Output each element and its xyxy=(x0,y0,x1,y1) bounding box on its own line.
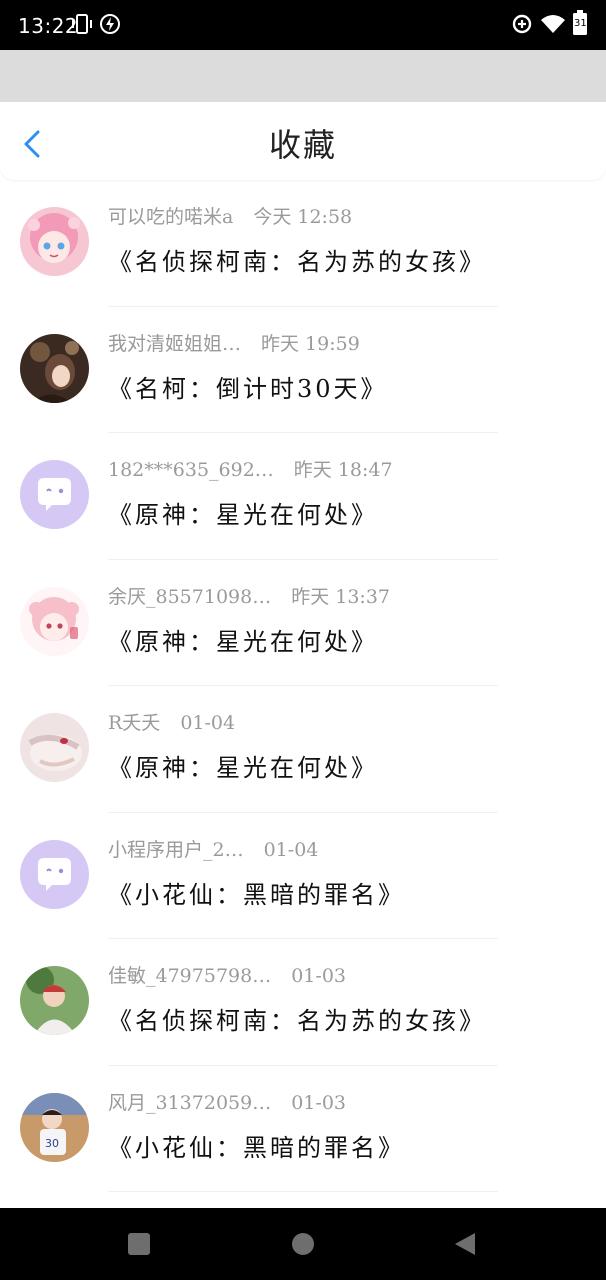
avatar[interactable] xyxy=(20,713,89,782)
header: 收藏 xyxy=(0,102,606,180)
favorite-item[interactable]: 182***635_692… 昨天 18:47 《原神：星光在何处》 xyxy=(0,433,606,560)
user-name: 可以吃的喏米a xyxy=(108,206,234,228)
timestamp: 今天 12:58 xyxy=(253,206,353,228)
avatar[interactable] xyxy=(20,460,89,529)
favorite-item[interactable]: 余厌_85571098… 昨天 13:37 《原神：星光在何处》 xyxy=(0,560,606,686)
charging-icon xyxy=(98,12,122,40)
timestamp: 昨天 19:59 xyxy=(261,332,360,355)
user-name: 风月_31372059… xyxy=(108,1091,272,1114)
favorite-item[interactable]: 30 风月_31372059… 01-03 《小花仙：黑暗的罪名》 xyxy=(0,1066,606,1192)
favorite-item[interactable]: 我对清姬姐姐… 昨天 19:59 《名柯：倒计时30天》 xyxy=(0,307,606,433)
header-backdrop xyxy=(0,50,606,104)
user-name: 佳敏_47975798… xyxy=(108,965,272,987)
story-title: 《小花仙：黑暗的罪名》 xyxy=(108,880,405,909)
favorite-item[interactable]: 小程序用户_2… 01-04 《小花仙：黑暗的罪名》 xyxy=(0,813,606,939)
user-name: 余厌_85571098… xyxy=(108,585,272,608)
avatar[interactable] xyxy=(20,586,89,656)
timestamp: 01-03 xyxy=(291,1091,346,1114)
page-title: 收藏 xyxy=(268,126,337,164)
avatar[interactable]: 30 xyxy=(20,1092,89,1162)
story-title: 《原神：星光在何处》 xyxy=(108,627,378,656)
avatar[interactable] xyxy=(20,966,89,1035)
timestamp: 01-03 xyxy=(291,965,346,987)
status-bar: 13:22 31 xyxy=(0,0,606,50)
timestamp: 昨天 18:47 xyxy=(293,459,393,481)
home-circle-icon[interactable] xyxy=(291,1232,315,1260)
timestamp: 01-04 xyxy=(180,712,236,734)
system-nav-bar xyxy=(0,1208,606,1280)
user-name: 我对清姬姐姐… xyxy=(108,332,242,355)
battery-icon: 31 xyxy=(572,10,588,40)
chat-bubble-icon xyxy=(20,460,89,529)
story-title: 《原神：星光在何处》 xyxy=(108,754,378,782)
story-title: 《名柯：倒计时30天》 xyxy=(108,374,388,403)
avatar[interactable] xyxy=(20,333,89,403)
battery-level: 31 xyxy=(574,18,587,29)
story-title: 《原神：星光在何处》 xyxy=(108,501,378,529)
favorite-item[interactable]: 可以吃的喏米a 今天 12:58 《名侦探柯南：名为苏的女孩》 xyxy=(0,180,606,307)
vibrate-icon xyxy=(70,12,94,40)
favorites-list: 可以吃的喏米a 今天 12:58 《名侦探柯南：名为苏的女孩》 我对清姬姐姐… 昨天… xyxy=(0,180,606,1192)
user-name: 182***635_692… xyxy=(108,459,274,481)
recents-square-icon[interactable] xyxy=(127,1232,151,1260)
wifi-icon xyxy=(540,12,566,40)
chat-bubble-icon xyxy=(20,839,89,909)
favorite-item[interactable]: 佳敏_47975798… 01-03 《名侦探柯南：名为苏的女孩》 xyxy=(0,939,606,1066)
svg-text:30: 30 xyxy=(45,1137,59,1150)
divider xyxy=(108,1191,498,1192)
avatar[interactable] xyxy=(20,207,89,276)
story-title: 《小花仙：黑暗的罪名》 xyxy=(108,1133,405,1162)
avatar[interactable] xyxy=(20,839,89,909)
story-title: 《名侦探柯南：名为苏的女孩》 xyxy=(108,248,486,276)
favorite-item[interactable]: R夭夭 01-04 《原神：星光在何处》 xyxy=(0,686,606,813)
story-title: 《名侦探柯南：名为苏的女孩》 xyxy=(108,1007,486,1035)
user-name: 小程序用户_2… xyxy=(108,838,244,861)
back-triangle-icon[interactable] xyxy=(453,1232,477,1260)
data-saver-icon xyxy=(510,12,534,40)
timestamp: 01-04 xyxy=(263,838,319,861)
timestamp: 昨天 13:37 xyxy=(291,585,391,608)
user-name: R夭夭 xyxy=(108,712,161,734)
